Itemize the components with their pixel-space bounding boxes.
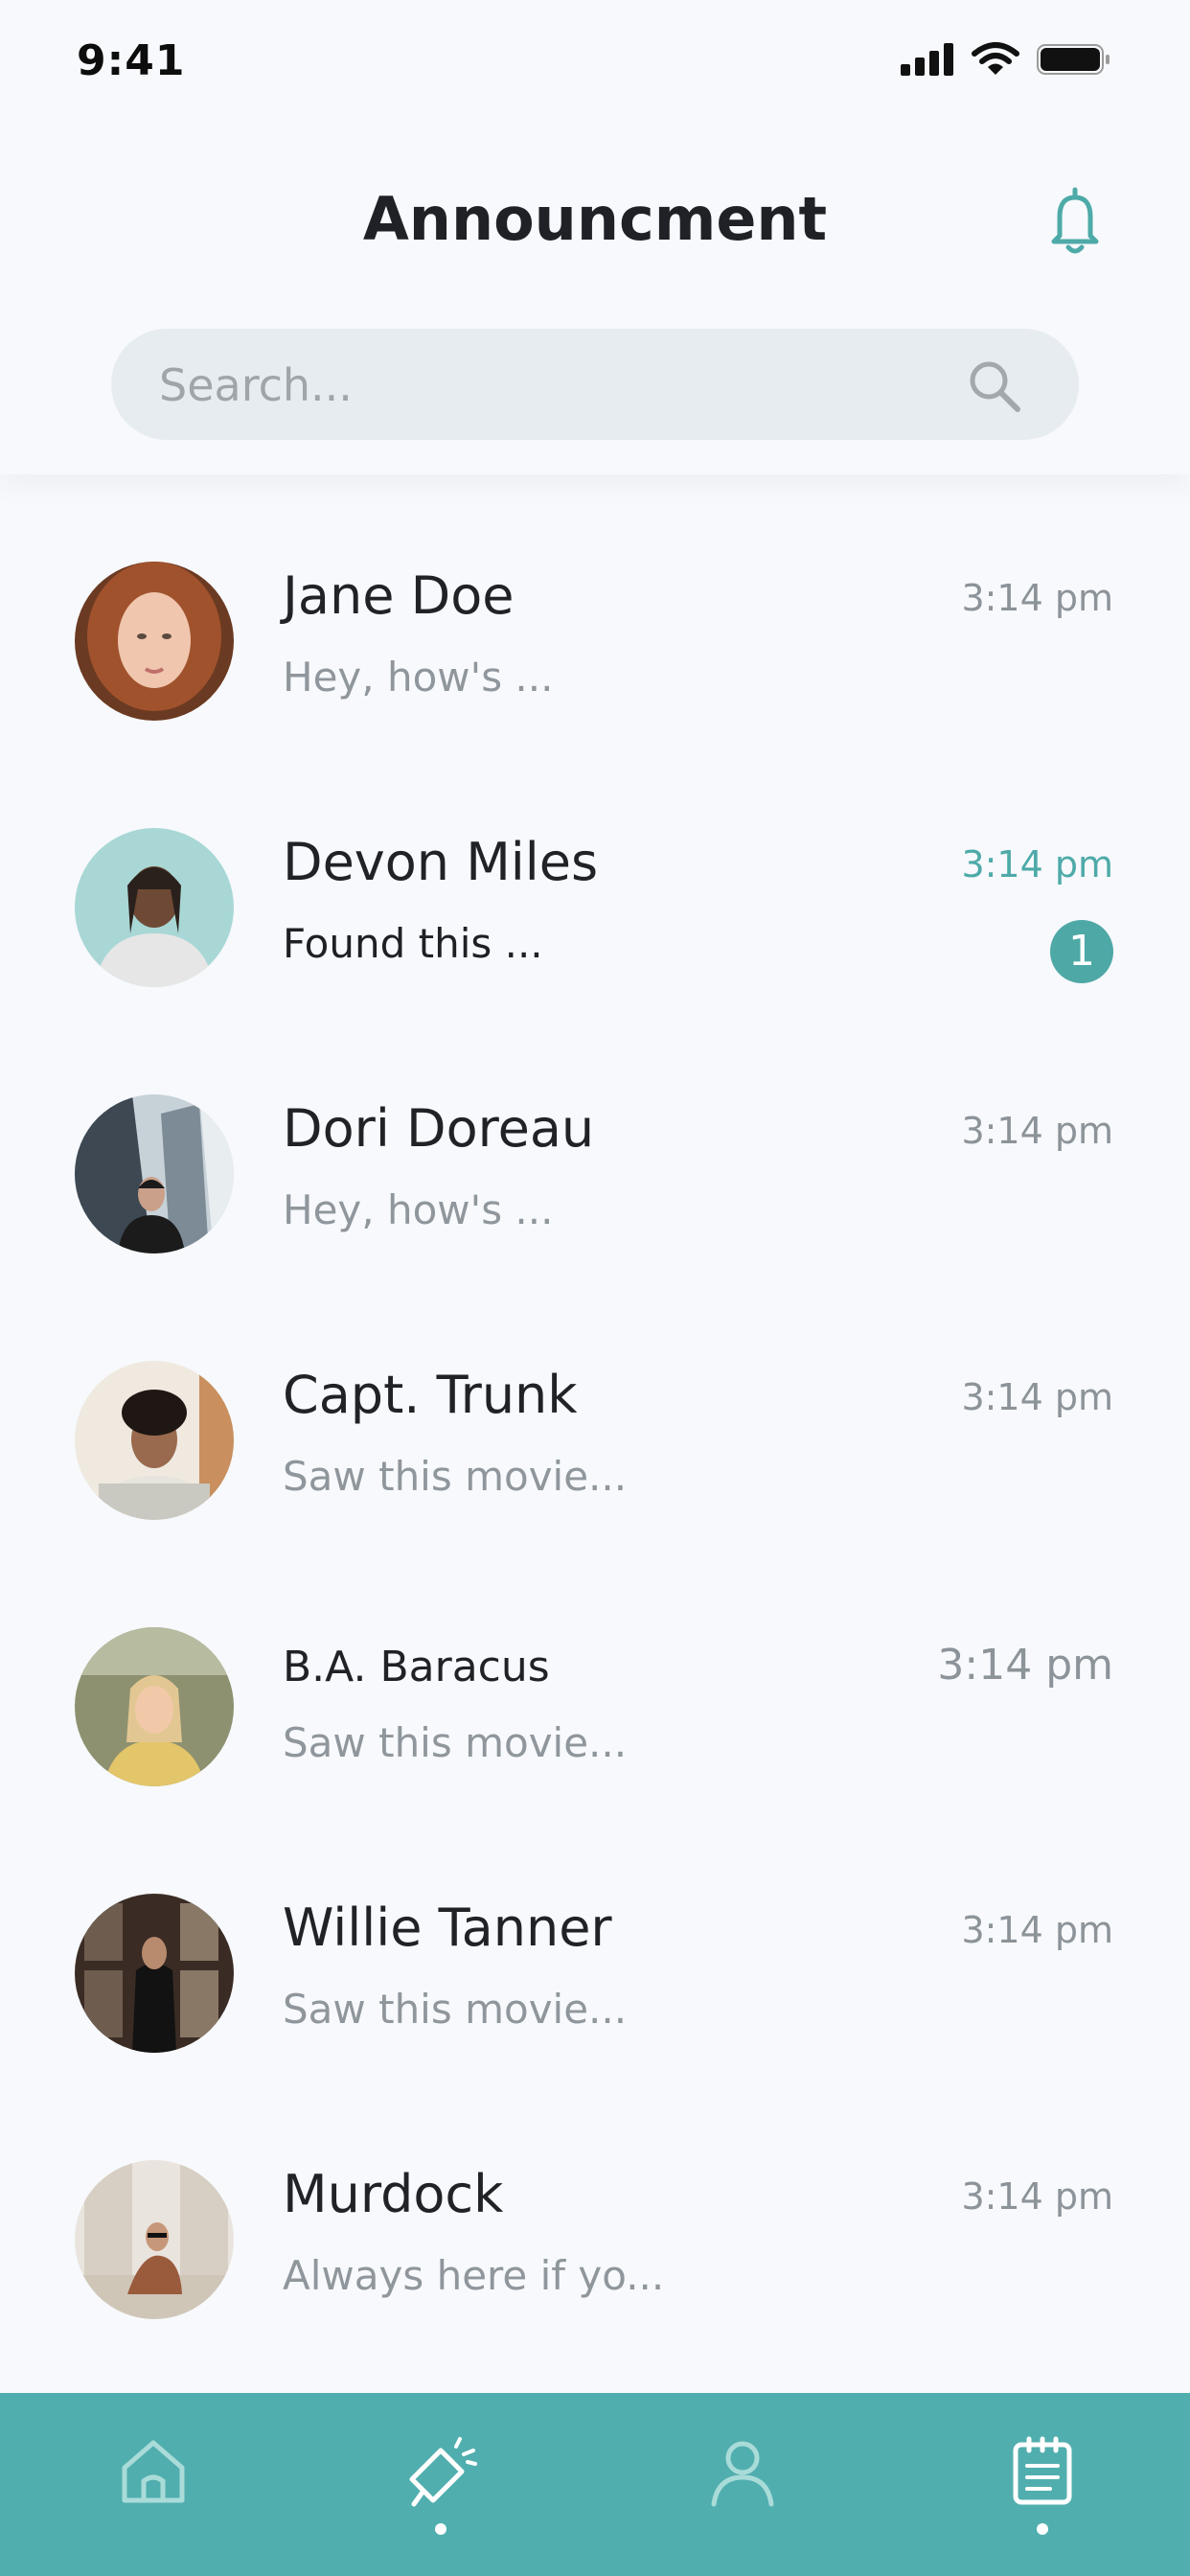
active-indicator <box>435 2523 446 2535</box>
list-item[interactable]: Capt. Trunk Saw this movie... 3:14 pm <box>0 1307 1190 1547</box>
contact-name: Capt. Trunk <box>283 1365 578 1425</box>
message-time: 3:14 pm <box>961 577 1113 619</box>
unread-badge: 1 <box>1050 920 1113 983</box>
avatar <box>75 1627 234 1786</box>
active-indicator <box>1037 2523 1048 2535</box>
avatar <box>75 1361 234 1520</box>
header: Announcment <box>0 125 1190 474</box>
nav-profile[interactable] <box>695 2433 790 2548</box>
message-preview: Hey, how's ... <box>283 1186 554 1233</box>
list-item[interactable]: Devon Miles Found this ... 3:14 pm 1 <box>0 774 1190 1014</box>
message-preview: Hey, how's ... <box>283 654 554 701</box>
battery-icon <box>1037 44 1110 75</box>
page-title: Announcment <box>362 184 828 254</box>
message-preview: Saw this movie... <box>283 1453 628 1500</box>
message-time: 3:14 pm <box>961 843 1113 886</box>
search-icon[interactable] <box>966 357 1023 415</box>
message-time: 3:14 pm <box>961 1110 1113 1152</box>
profile-icon <box>711 2441 774 2507</box>
search-input[interactable] <box>157 329 985 442</box>
contact-name: Dori Doreau <box>283 1098 595 1159</box>
search-bar[interactable] <box>111 329 1079 442</box>
notepad-icon <box>1013 2436 1072 2505</box>
message-time: 3:14 pm <box>961 1909 1113 1951</box>
status-bar: 9:41 <box>0 0 1190 125</box>
contact-name: B.A. Baracus <box>283 1643 550 1691</box>
message-time: 3:14 pm <box>937 1641 1113 1690</box>
contact-name: Jane Doe <box>283 565 515 626</box>
avatar <box>75 562 234 721</box>
list-item[interactable]: Willie Tanner Saw this movie... 3:14 pm <box>0 1840 1190 2080</box>
list-item[interactable]: B.A. Baracus Saw this movie... 3:14 pm <box>0 1574 1190 1813</box>
bottom-nav <box>0 2393 1190 2576</box>
contact-name: Willie Tanner <box>283 1898 612 1958</box>
message-preview: Saw this movie... <box>283 1986 628 2033</box>
message-preview: Saw this movie... <box>283 1719 628 1766</box>
avatar <box>75 2160 234 2319</box>
nav-announcements[interactable] <box>393 2433 489 2548</box>
nav-home[interactable] <box>105 2433 201 2548</box>
message-preview: Found this ... <box>283 920 543 967</box>
list-item[interactable]: Dori Doreau Hey, how's ... 3:14 pm <box>0 1041 1190 1280</box>
avatar <box>75 1094 234 1254</box>
contact-name: Murdock <box>283 2164 504 2224</box>
contact-name: Devon Miles <box>283 832 599 892</box>
list-item[interactable]: Jane Doe Hey, how's ... 3:14 pm <box>0 508 1190 748</box>
status-time: 9:41 <box>77 36 186 85</box>
nav-notes[interactable] <box>995 2433 1090 2548</box>
avatar <box>75 1894 234 2053</box>
home-icon <box>122 2440 185 2503</box>
message-time: 3:14 pm <box>961 2175 1113 2218</box>
cellular-signal-icon <box>901 43 953 76</box>
megaphone-icon <box>409 2437 477 2507</box>
avatar <box>75 828 234 987</box>
bell-icon[interactable] <box>1046 186 1104 257</box>
message-time: 3:14 pm <box>961 1376 1113 1418</box>
message-preview: Always here if yo... <box>283 2252 665 2299</box>
list-item[interactable]: Murdock Always here if yo... 3:14 pm <box>0 2106 1190 2346</box>
wifi-icon <box>972 42 1019 75</box>
status-icons <box>901 42 1111 77</box>
